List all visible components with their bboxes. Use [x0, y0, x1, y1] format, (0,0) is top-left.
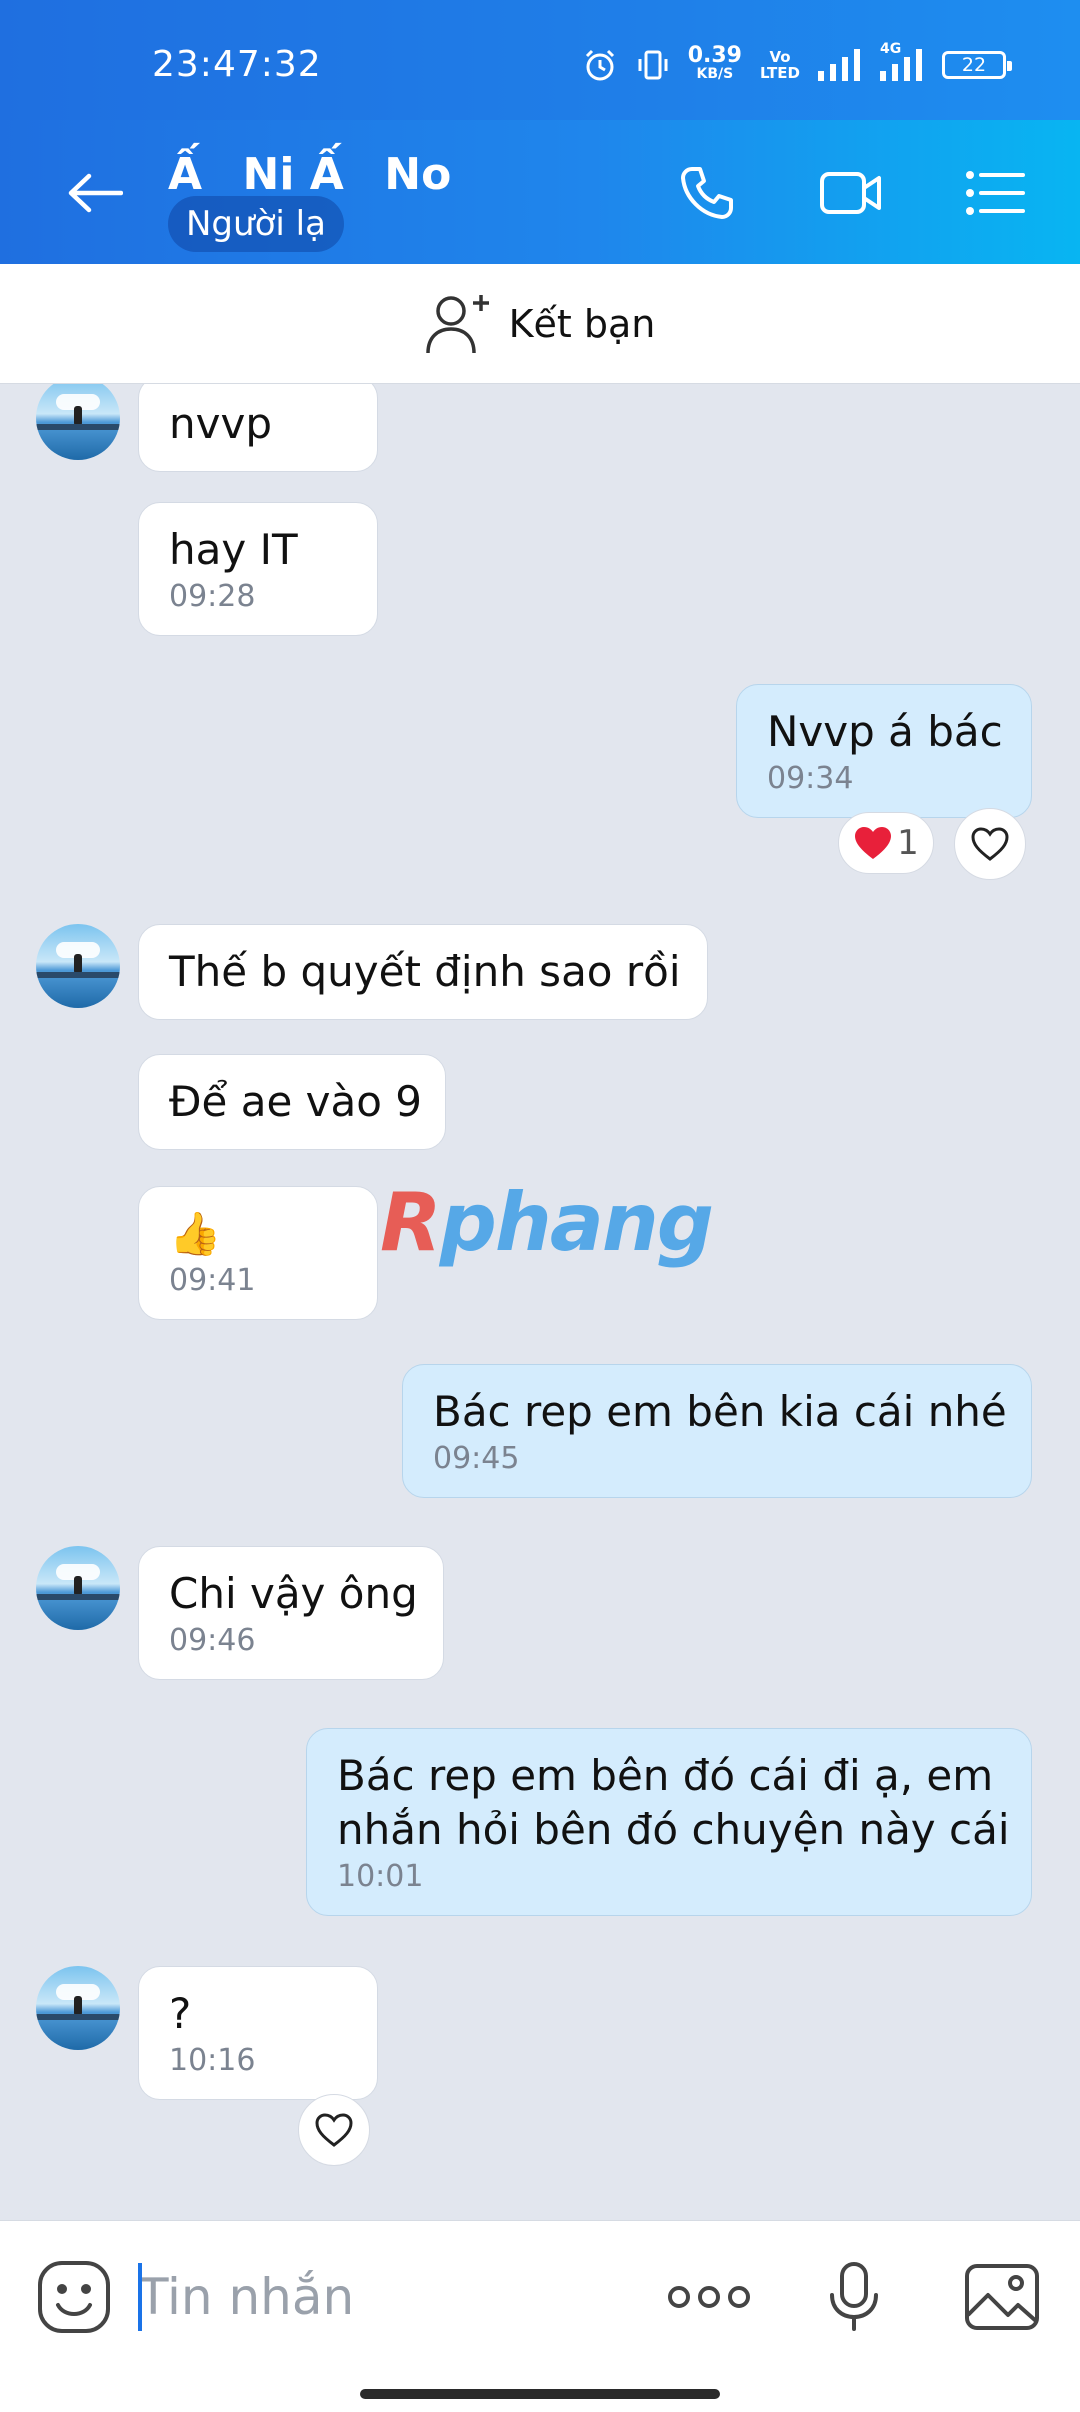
text-cursor — [138, 2263, 142, 2331]
message-text: ? — [169, 1989, 192, 2038]
stranger-badge: Người lạ — [168, 196, 344, 252]
message-bubble[interactable]: ? 10:16 — [138, 1966, 378, 2100]
message-bubble[interactable]: Bác rep em bên kia cái nhé 09:45 — [402, 1364, 1032, 1498]
video-call-icon — [820, 172, 881, 214]
message-time: 09:28 — [169, 579, 256, 614]
more-options-button[interactable] — [664, 2257, 754, 2337]
heart-filled-icon — [855, 827, 892, 859]
add-user-icon — [425, 294, 489, 353]
menu-list-icon — [966, 171, 1025, 215]
status-bar: 23:47:32 0.39 KB/S Vo LTED 4G 22 — [0, 0, 1080, 120]
message-text: hay IT — [169, 525, 298, 574]
message-time: 10:16 — [169, 2043, 256, 2078]
battery-indicator: 22 — [942, 50, 1012, 79]
reaction-count: 1 — [897, 823, 919, 863]
status-time: 23:47:32 — [152, 44, 322, 85]
message-bubble[interactable]: Bác rep em bên đó cái đi ạ, em nhắn hỏi … — [306, 1728, 1032, 1916]
video-call-button[interactable] — [816, 158, 886, 228]
image-picker-button[interactable] — [962, 2257, 1042, 2337]
voice-message-button[interactable] — [814, 2257, 894, 2337]
message-time: 09:34 — [767, 761, 854, 796]
message-text: Chi vậy ông — [169, 1569, 418, 1618]
message-text-line: nhắn hỏi bên đó chuyện này cái — [337, 1805, 1010, 1854]
status-icons: 0.39 KB/S Vo LTED 4G 22 — [582, 41, 1012, 83]
chat-header: ẤᅟNi ẤᅟNo Người lạ — [0, 120, 1080, 264]
voice-call-button[interactable] — [672, 158, 742, 228]
emoji-sticker-icon — [38, 2261, 110, 2333]
reaction-summary[interactable]: 1 — [838, 812, 934, 874]
signal-icon — [818, 48, 862, 81]
message-bubble[interactable]: Thế b quyết định sao rồi — [138, 924, 708, 1020]
contact-avatar[interactable] — [36, 1546, 120, 1630]
message-bubble[interactable]: Để ae vào 9 — [138, 1054, 446, 1150]
message-composer — [0, 2220, 1080, 2412]
sticker-button[interactable] — [34, 2257, 114, 2337]
message-time: 09:45 — [433, 1441, 520, 1476]
message-text: Thế b quyết định sao rồi — [169, 947, 681, 996]
volte-indicator: Vo LTED — [759, 47, 800, 82]
back-arrow-icon — [68, 173, 123, 213]
microphone-icon — [830, 2262, 878, 2331]
more-dots-icon — [668, 2286, 750, 2308]
message-bubble[interactable]: Chi vậy ông 09:46 — [138, 1546, 444, 1680]
back-button[interactable] — [60, 158, 130, 228]
alarm-icon — [582, 47, 618, 83]
message-bubble[interactable]: hay IT 09:28 — [138, 502, 378, 636]
contact-avatar[interactable] — [36, 1966, 120, 2050]
watermark-logo: Rphang — [380, 1176, 714, 1269]
contact-avatar[interactable] — [36, 924, 120, 1008]
message-text: nvvp — [169, 399, 272, 448]
contact-name[interactable]: ẤᅟNi ẤᅟNo — [168, 138, 451, 202]
network-speed: 0.39 KB/S — [687, 43, 742, 83]
heart-outline-icon — [971, 827, 1009, 861]
add-friend-button[interactable]: Kết bạn — [0, 264, 1080, 384]
message-time: 09:46 — [169, 1623, 256, 1658]
thumbs-up-emoji: 👍 — [169, 1209, 222, 1258]
heart-outline-icon — [315, 2113, 353, 2147]
add-friend-label: Kết bạn — [508, 301, 656, 346]
react-button[interactable] — [298, 2094, 370, 2166]
signal-4g-icon: 4G — [880, 41, 924, 81]
message-input[interactable] — [138, 2257, 618, 2337]
message-bubble[interactable]: 👍 09:41 — [138, 1186, 378, 1320]
message-time: 10:01 — [337, 1859, 424, 1894]
message-text: Để ae vào 9 — [169, 1077, 423, 1126]
message-text: Bác rep em bên kia cái nhé — [433, 1387, 1007, 1436]
message-time: 09:41 — [169, 1263, 256, 1298]
contact-avatar[interactable] — [36, 384, 120, 460]
message-text: Nvvp á bác — [767, 707, 1003, 756]
options-menu-button[interactable] — [960, 158, 1030, 228]
home-indicator[interactable] — [360, 2389, 720, 2399]
message-bubble[interactable]: nvvp — [138, 384, 378, 472]
message-list[interactable]: nvvp hay IT 09:28 Nvvp á bác 09:34 1 Thế… — [0, 384, 1080, 2220]
message-text-line: Bác rep em bên đó cái đi ạ, em — [337, 1751, 994, 1800]
react-button[interactable] — [954, 808, 1026, 880]
image-gallery-icon — [965, 2264, 1039, 2330]
message-bubble[interactable]: Nvvp á bác 09:34 — [736, 684, 1032, 818]
phone-icon — [681, 167, 733, 219]
vibrate-icon — [636, 48, 670, 82]
